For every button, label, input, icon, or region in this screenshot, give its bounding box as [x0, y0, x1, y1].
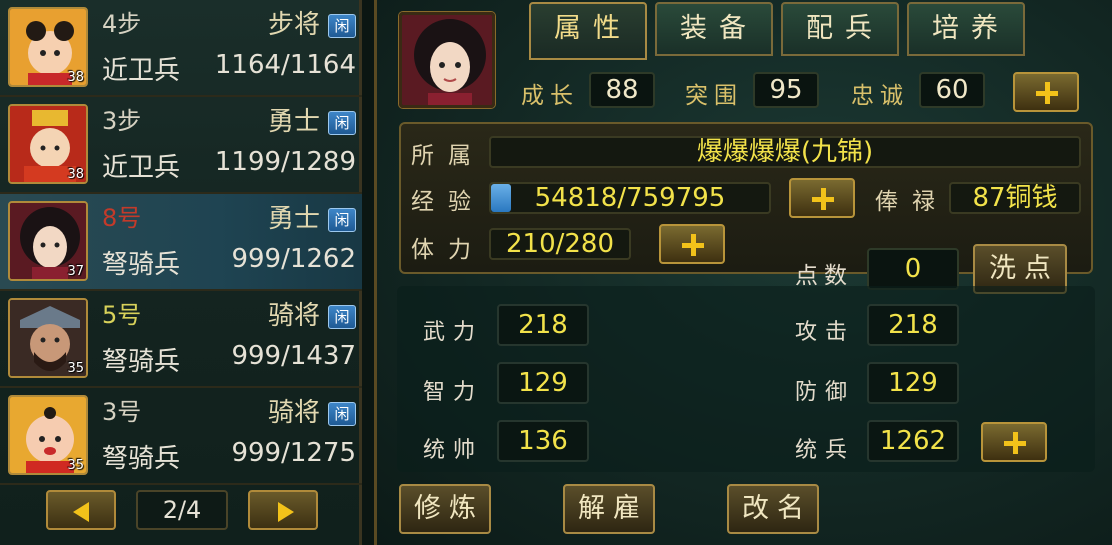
stamina-value: 210/280 — [489, 228, 631, 260]
exp-bar: 54818/759795 — [489, 182, 771, 214]
tab-equipment[interactable]: 装备 — [655, 2, 773, 56]
train-button[interactable]: 修炼 — [399, 484, 491, 534]
loyalty-plus-button[interactable] — [1013, 72, 1079, 112]
page-indicator: 2/4 — [136, 490, 228, 530]
general-name: 5号 — [102, 301, 142, 329]
general-roster-panel: 38 4步 步将 闲 近卫兵 1164/1164 38 3步 勇士 闲 近卫兵 … — [0, 0, 362, 545]
exp-plus-button[interactable] — [789, 178, 855, 218]
attributes-area: 武力 218 智力 129 统帅 136 攻击 218 防御 129 统兵 12… — [397, 286, 1095, 472]
arrow-right-icon — [278, 502, 294, 522]
troop-count: 1199/1289 — [214, 147, 356, 177]
idle-status-badge: 闲 — [328, 208, 356, 232]
exp-bar-fill — [491, 184, 512, 212]
points-value: 0 — [867, 248, 959, 290]
force-value: 218 — [497, 304, 589, 346]
level-badge: 38 — [67, 167, 84, 182]
general-avatar: 38 — [8, 7, 88, 87]
growth-label: 成长 — [521, 83, 579, 109]
unit-type: 弩骑兵 — [102, 444, 181, 474]
force-label: 武力 — [423, 320, 484, 345]
loyalty-label: 忠诚 — [851, 83, 909, 109]
owner-label: 所属 — [411, 143, 485, 169]
general-avatar: 37 — [8, 201, 88, 281]
general-rank: 骑将 — [267, 398, 320, 428]
general-name: 3号 — [102, 398, 142, 426]
general-rank: 骑将 — [267, 301, 320, 331]
prev-page-button[interactable] — [46, 490, 116, 530]
tab-troops[interactable]: 配兵 — [781, 2, 899, 56]
tab-cultivate[interactable]: 培养 — [907, 2, 1025, 56]
idle-status-badge: 闲 — [328, 111, 356, 135]
troops-value: 1262 — [867, 420, 959, 462]
command-value: 136 — [497, 420, 589, 462]
level-badge: 35 — [67, 361, 84, 376]
level-badge: 35 — [67, 458, 84, 473]
salary-value: 87铜钱 — [949, 182, 1081, 214]
idle-status-badge: 闲 — [328, 14, 356, 38]
next-page-button[interactable] — [248, 490, 318, 530]
general-avatar: 35 — [8, 395, 88, 475]
attack-value: 218 — [867, 304, 959, 346]
intel-value: 129 — [497, 362, 589, 404]
arrow-left-icon — [73, 502, 89, 522]
tab-attributes[interactable]: 属性 — [529, 2, 647, 60]
general-rank: 勇士 — [267, 204, 320, 234]
stamina-plus-button[interactable] — [659, 224, 725, 264]
breakout-value: 95 — [753, 72, 819, 108]
roster-row[interactable]: 35 3号 骑将 闲 弩骑兵 999/1275 — [0, 388, 362, 485]
points-label: 点数 — [795, 263, 853, 289]
general-rank: 勇士 — [267, 107, 320, 137]
dismiss-button[interactable]: 解雇 — [563, 484, 655, 534]
idle-status-badge: 闲 — [328, 305, 356, 329]
rename-button[interactable]: 改名 — [727, 484, 819, 534]
owner-value: 爆爆爆爆(九锦) — [489, 136, 1081, 168]
command-label: 统帅 — [423, 438, 484, 463]
exp-label: 经验 — [411, 189, 485, 215]
general-rank: 步将 — [267, 10, 320, 40]
level-badge: 37 — [67, 264, 84, 279]
general-avatar: 38 — [8, 104, 88, 184]
idle-status-badge: 闲 — [328, 402, 356, 426]
unit-type: 近卫兵 — [102, 56, 181, 86]
loyalty-value: 60 — [919, 72, 985, 108]
stamina-label: 体力 — [411, 237, 485, 263]
general-avatar: 35 — [8, 298, 88, 378]
roster-row[interactable]: 35 5号 骑将 闲 弩骑兵 999/1437 — [0, 291, 362, 388]
troop-count: 999/1437 — [231, 341, 356, 371]
unit-type: 弩骑兵 — [102, 250, 181, 280]
general-name: 8号 — [102, 204, 142, 232]
roster-row[interactable]: 38 3步 勇士 闲 近卫兵 1199/1289 — [0, 97, 362, 194]
troop-count: 999/1262 — [231, 244, 356, 274]
roster-row-selected[interactable]: 37 8号 勇士 闲 弩骑兵 999/1262 — [0, 194, 362, 291]
troop-count: 1164/1164 — [214, 50, 356, 80]
unit-type: 近卫兵 — [102, 153, 181, 183]
attack-label: 攻击 — [795, 320, 856, 345]
troop-count: 999/1275 — [231, 438, 356, 468]
defense-value: 129 — [867, 362, 959, 404]
roster-row[interactable]: 38 4步 步将 闲 近卫兵 1164/1164 — [0, 0, 362, 97]
breakout-label: 突围 — [685, 83, 743, 109]
general-detail-panel: 属性 装备 配兵 培养 成长 88 突围 95 忠诚 60 所属 爆爆爆爆(九锦… — [374, 0, 1112, 545]
defense-label: 防御 — [795, 380, 856, 405]
salary-label: 俸禄 — [875, 189, 949, 215]
selected-general-portrait — [399, 12, 495, 108]
exp-value: 54818/759795 — [534, 183, 726, 213]
general-name: 3步 — [102, 107, 142, 135]
troops-plus-button[interactable] — [981, 422, 1047, 462]
level-badge: 38 — [67, 70, 84, 85]
intel-label: 智力 — [423, 380, 484, 405]
troops-label: 统兵 — [795, 438, 856, 463]
unit-type: 弩骑兵 — [102, 347, 181, 377]
general-name: 4步 — [102, 10, 142, 38]
growth-value: 88 — [589, 72, 655, 108]
